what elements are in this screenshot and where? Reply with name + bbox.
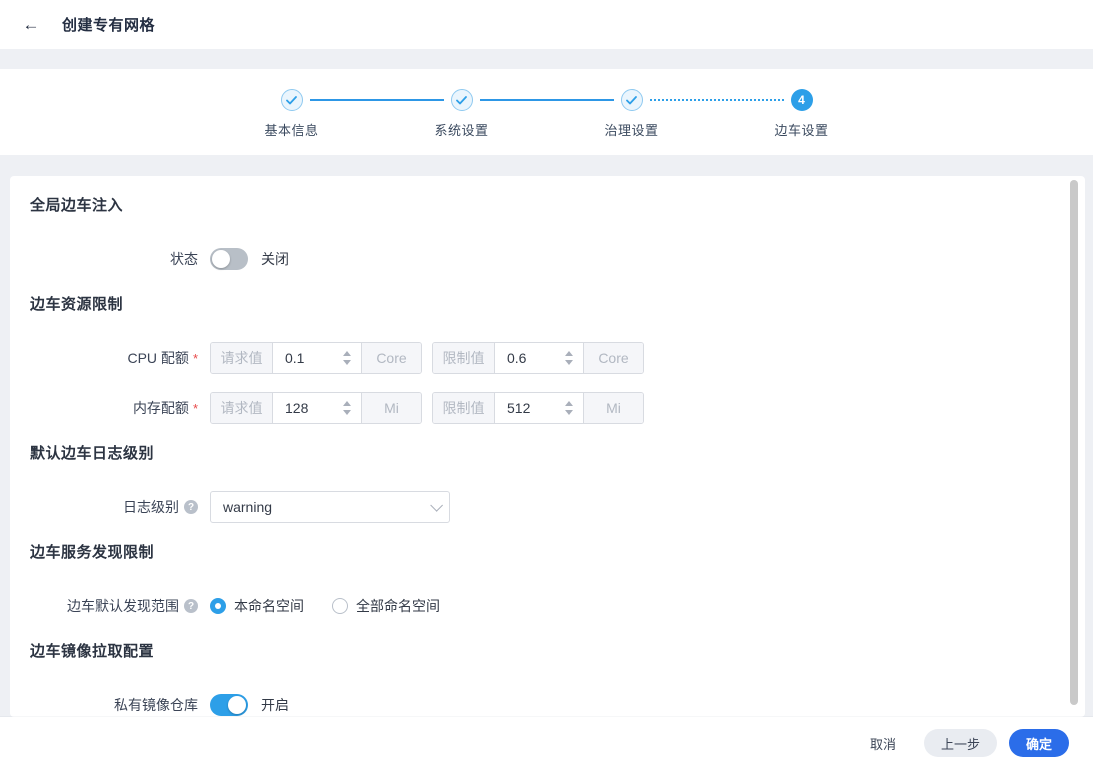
spinner-up-icon[interactable] (565, 351, 573, 356)
log-level-row: 日志级别 ? warning (30, 491, 1065, 523)
cpu-unit-label: Core (361, 343, 421, 373)
toggle-state-text: 关闭 (261, 251, 289, 267)
cpu-quota-row: CPU 配额 * 请求值 Core 限制值 (30, 342, 1065, 374)
chevron-down-icon (430, 498, 443, 512)
log-level-select[interactable]: warning (210, 491, 450, 523)
check-icon (450, 89, 473, 111)
status-label: 状态 (170, 251, 198, 267)
memory-quota-label: 内存配额 (132, 400, 189, 416)
private-registry-row: 私有镜像仓库 开启 (30, 689, 1065, 717)
stepper-card: 基本信息 系统设置 治理设置 4 边车设置 (0, 69, 1093, 155)
stepper: 基本信息 系统设置 治理设置 4 边车设置 (207, 69, 887, 155)
log-level-label: 日志级别 (123, 499, 179, 515)
page-title: 创建专有网格 (62, 17, 156, 34)
step-label: 系统设置 (434, 123, 489, 138)
section-heading-service-discovery: 边车服务发现限制 (30, 544, 155, 561)
memory-quota-row: 内存配额 * 请求值 Mi 限制值 (30, 392, 1065, 424)
memory-limit-input[interactable] (495, 400, 555, 416)
toggle-knob (212, 250, 230, 268)
vertical-scrollbar[interactable] (1070, 180, 1078, 705)
step-label: 治理设置 (604, 123, 659, 138)
number-spinner (565, 343, 577, 373)
status-row: 状态 关闭 (30, 243, 1065, 275)
cancel-button[interactable]: 取消 (864, 729, 902, 757)
memory-request-input-group: 请求值 Mi (210, 392, 422, 424)
cpu-request-input[interactable] (273, 350, 333, 366)
step-governance-settings[interactable]: 治理设置 (547, 89, 717, 139)
previous-step-button[interactable]: 上一步 (923, 729, 997, 757)
radio-label: 本命名空间 (234, 598, 304, 614)
spinner-down-icon[interactable] (343, 410, 351, 415)
required-asterisk: * (192, 400, 198, 416)
request-prefix-label: 请求值 (211, 393, 273, 423)
spinner-up-icon[interactable] (343, 401, 351, 406)
cpu-limit-input-group: 限制值 Core (432, 342, 644, 374)
cpu-quota-label: CPU 配额 (127, 350, 189, 366)
cpu-unit-label: Core (583, 343, 643, 373)
number-spinner (343, 343, 355, 373)
number-spinner (565, 393, 577, 423)
memory-unit-label: Mi (583, 393, 643, 423)
memory-unit-label: Mi (361, 393, 421, 423)
radio-selected-icon (210, 598, 226, 614)
toggle-knob (228, 696, 246, 714)
cpu-request-input-group: 请求值 Core (210, 342, 422, 374)
confirm-button[interactable]: 确定 (1008, 729, 1069, 757)
spinner-up-icon[interactable] (343, 351, 351, 356)
radio-unselected-icon (332, 598, 348, 614)
discovery-scope-label: 边车默认发现范围 (67, 598, 179, 614)
step-label: 边车设置 (774, 123, 829, 138)
back-arrow-icon[interactable]: ← (18, 12, 44, 38)
request-prefix-label: 请求值 (211, 343, 273, 373)
radio-label: 全部命名空间 (356, 598, 440, 614)
section-heading-default-log-level: 默认边车日志级别 (30, 445, 155, 462)
step-sidecar-settings[interactable]: 4 边车设置 (717, 89, 887, 139)
spinner-down-icon[interactable] (343, 360, 351, 365)
memory-limit-input-group: 限制值 Mi (432, 392, 644, 424)
form-panel: 全局边车注入 状态 关闭 边车资源限制 CPU 配额 * 请求值 0.1 Cor… (10, 176, 1085, 717)
check-icon (280, 89, 303, 111)
toggle-state-text: 开启 (261, 697, 289, 713)
cpu-limit-input[interactable] (495, 350, 555, 366)
section-heading-sidecar-resource-limit: 边车资源限制 (30, 296, 124, 313)
radio-current-namespace[interactable]: 本命名空间 (210, 596, 304, 616)
limit-prefix-label: 限制值 (433, 343, 495, 373)
section-heading-image-pull: 边车镜像拉取配置 (30, 643, 155, 660)
private-registry-toggle[interactable] (210, 694, 248, 716)
help-icon[interactable]: ? (184, 500, 198, 514)
spinner-down-icon[interactable] (565, 410, 573, 415)
spinner-up-icon[interactable] (565, 401, 573, 406)
help-icon[interactable]: ? (184, 599, 198, 613)
radio-all-namespaces[interactable]: 全部命名空间 (332, 596, 440, 616)
spinner-down-icon[interactable] (565, 360, 573, 365)
step-number: 4 (790, 89, 813, 111)
limit-prefix-label: 限制值 (433, 393, 495, 423)
section-heading-global-sidecar-injection: 全局边车注入 (30, 197, 124, 214)
global-injection-toggle[interactable] (210, 248, 248, 270)
footer-bar: 取消 上一步 确定 (0, 717, 1093, 769)
required-asterisk: * (192, 350, 198, 366)
check-icon (620, 89, 643, 111)
private-registry-label: 私有镜像仓库 (114, 697, 198, 713)
number-spinner (343, 393, 355, 423)
step-label: 基本信息 (264, 123, 319, 138)
step-system-settings[interactable]: 系统设置 (377, 89, 547, 139)
step-basic-info[interactable]: 基本信息 (207, 89, 377, 139)
memory-request-input[interactable] (273, 400, 333, 416)
discovery-scope-row: 边车默认发现范围 ? 本命名空间 全部命名空间 (30, 590, 1065, 622)
log-level-selected-value: warning (223, 499, 273, 515)
page-header: ← 创建专有网格 (0, 0, 1093, 49)
